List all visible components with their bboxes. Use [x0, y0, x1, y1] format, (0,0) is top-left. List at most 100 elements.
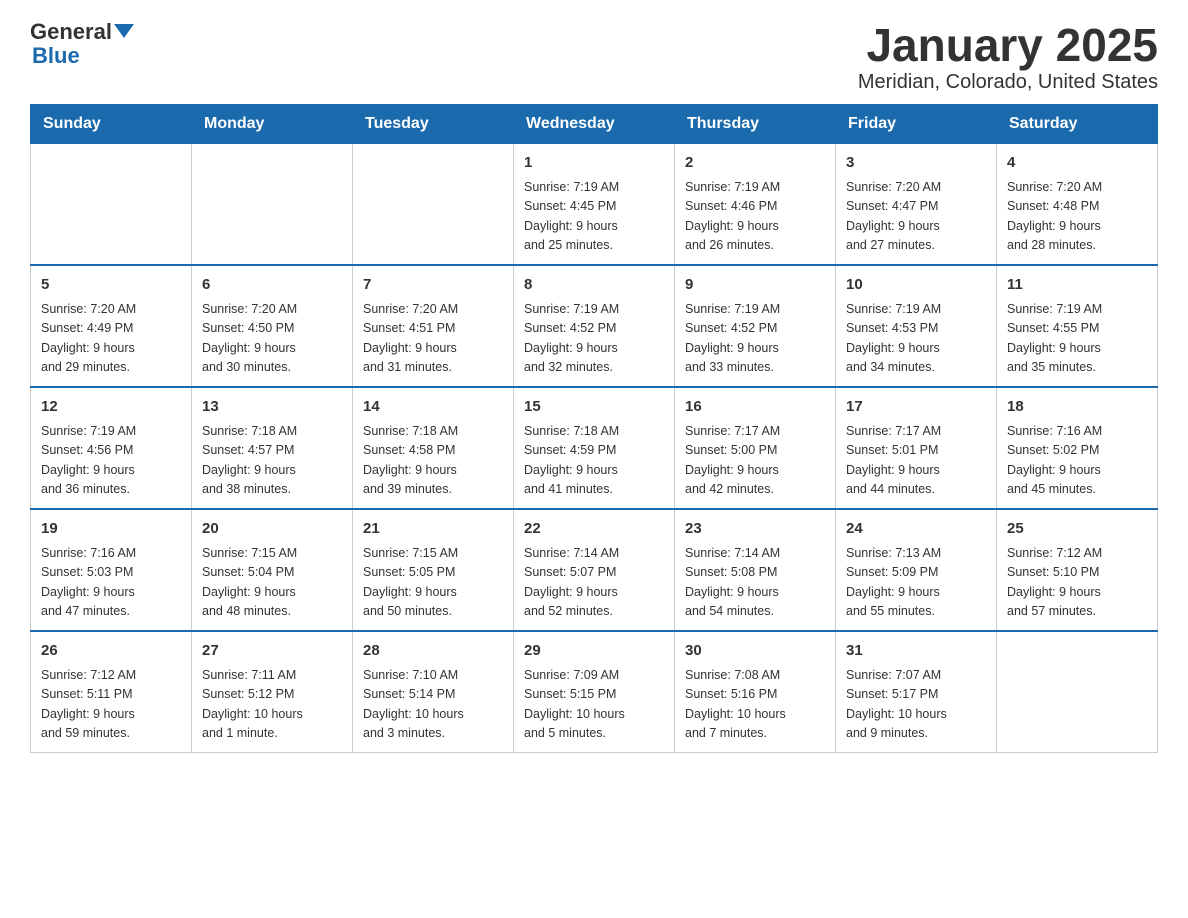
- day-number: 17: [846, 396, 986, 419]
- calendar-cell: 3 Sunrise: 7:20 AM Sunset: 4:47 PM Daylig…: [836, 143, 997, 265]
- calendar-cell: 9 Sunrise: 7:19 AM Sunset: 4:52 PM Daylig…: [675, 265, 836, 387]
- day-number: 23: [685, 518, 825, 541]
- calendar-cell: 29Sunrise: 7:09 AM Sunset: 5:15 PM Dayli…: [514, 631, 675, 753]
- logo-general-text: General: [30, 20, 112, 44]
- calendar-table: SundayMondayTuesdayWednesdayThursdayFrid…: [30, 104, 1158, 753]
- calendar-cell: 17 Sunrise: 7:17 AM Sunset: 5:01 PM Dayli…: [836, 387, 997, 509]
- calendar-cell: 27 Sunrise: 7:11 AM Sunset: 5:12 PM Dayli…: [192, 631, 353, 753]
- calendar-cell: 8Sunrise: 7:19 AM Sunset: 4:52 PM Daylig…: [514, 265, 675, 387]
- calendar-subtitle: Meridian, Colorado, United States: [858, 71, 1158, 94]
- calendar-cell: 20 Sunrise: 7:15 AM Sunset: 5:04 PM Dayli…: [192, 509, 353, 631]
- calendar-cell: 30 Sunrise: 7:08 AM Sunset: 5:16 PM Dayli…: [675, 631, 836, 753]
- day-info: Sunrise: 7:07 AM Sunset: 5:17 PM Dayligh…: [846, 666, 986, 744]
- day-number: 27: [202, 640, 342, 663]
- calendar-cell: 24 Sunrise: 7:13 AM Sunset: 5:09 PM Dayli…: [836, 509, 997, 631]
- calendar-cell: 21Sunrise: 7:15 AM Sunset: 5:05 PM Dayli…: [353, 509, 514, 631]
- calendar-cell: 4 Sunrise: 7:20 AM Sunset: 4:48 PM Daylig…: [997, 143, 1158, 265]
- day-number: 3: [846, 152, 986, 175]
- day-info: Sunrise: 7:11 AM Sunset: 5:12 PM Dayligh…: [202, 666, 342, 744]
- day-number: 21: [363, 518, 503, 541]
- day-info: Sunrise: 7:20 AM Sunset: 4:47 PM Dayligh…: [846, 178, 986, 256]
- calendar-cell: 22Sunrise: 7:14 AM Sunset: 5:07 PM Dayli…: [514, 509, 675, 631]
- day-number: 19: [41, 518, 181, 541]
- day-info: Sunrise: 7:18 AM Sunset: 4:59 PM Dayligh…: [524, 422, 664, 500]
- day-number: 24: [846, 518, 986, 541]
- day-info: Sunrise: 7:19 AM Sunset: 4:45 PM Dayligh…: [524, 178, 664, 256]
- day-info: Sunrise: 7:14 AM Sunset: 5:07 PM Dayligh…: [524, 544, 664, 622]
- day-info: Sunrise: 7:20 AM Sunset: 4:49 PM Dayligh…: [41, 300, 181, 378]
- logo-triangle-icon: [114, 24, 134, 38]
- calendar-cell: 10 Sunrise: 7:19 AM Sunset: 4:53 PM Dayli…: [836, 265, 997, 387]
- day-number: 15: [524, 396, 664, 419]
- day-number: 31: [846, 640, 986, 663]
- day-info: Sunrise: 7:20 AM Sunset: 4:51 PM Dayligh…: [363, 300, 503, 378]
- day-info: Sunrise: 7:15 AM Sunset: 5:04 PM Dayligh…: [202, 544, 342, 622]
- day-info: Sunrise: 7:18 AM Sunset: 4:58 PM Dayligh…: [363, 422, 503, 500]
- calendar-cell: 25Sunrise: 7:12 AM Sunset: 5:10 PM Dayli…: [997, 509, 1158, 631]
- day-info: Sunrise: 7:10 AM Sunset: 5:14 PM Dayligh…: [363, 666, 503, 744]
- logo: General Blue: [30, 20, 134, 68]
- day-info: Sunrise: 7:08 AM Sunset: 5:16 PM Dayligh…: [685, 666, 825, 744]
- day-info: Sunrise: 7:20 AM Sunset: 4:48 PM Dayligh…: [1007, 178, 1147, 256]
- day-number: 12: [41, 396, 181, 419]
- calendar-cell: [192, 143, 353, 265]
- calendar-cell: 11 Sunrise: 7:19 AM Sunset: 4:55 PM Dayli…: [997, 265, 1158, 387]
- day-info: Sunrise: 7:19 AM Sunset: 4:56 PM Dayligh…: [41, 422, 181, 500]
- day-number: 7: [363, 274, 503, 297]
- calendar-cell: 13 Sunrise: 7:18 AM Sunset: 4:57 PM Dayli…: [192, 387, 353, 509]
- day-info: Sunrise: 7:09 AM Sunset: 5:15 PM Dayligh…: [524, 666, 664, 744]
- calendar-cell: 14 Sunrise: 7:18 AM Sunset: 4:58 PM Dayli…: [353, 387, 514, 509]
- day-number: 26: [41, 640, 181, 663]
- calendar-header-tuesday: Tuesday: [353, 104, 514, 143]
- calendar-cell: [997, 631, 1158, 753]
- day-number: 30: [685, 640, 825, 663]
- day-number: 20: [202, 518, 342, 541]
- day-number: 9: [685, 274, 825, 297]
- calendar-header-thursday: Thursday: [675, 104, 836, 143]
- calendar-title: January 2025: [858, 20, 1158, 71]
- calendar-cell: 5 Sunrise: 7:20 AM Sunset: 4:49 PM Daylig…: [31, 265, 192, 387]
- day-number: 8: [524, 274, 664, 297]
- day-info: Sunrise: 7:19 AM Sunset: 4:53 PM Dayligh…: [846, 300, 986, 378]
- calendar-cell: 19 Sunrise: 7:16 AM Sunset: 5:03 PM Dayli…: [31, 509, 192, 631]
- day-number: 14: [363, 396, 503, 419]
- title-section: January 2025 Meridian, Colorado, United …: [858, 20, 1158, 94]
- day-number: 11: [1007, 274, 1147, 297]
- day-number: 10: [846, 274, 986, 297]
- day-info: Sunrise: 7:13 AM Sunset: 5:09 PM Dayligh…: [846, 544, 986, 622]
- day-info: Sunrise: 7:14 AM Sunset: 5:08 PM Dayligh…: [685, 544, 825, 622]
- day-number: 28: [363, 640, 503, 663]
- calendar-cell: 31 Sunrise: 7:07 AM Sunset: 5:17 PM Dayli…: [836, 631, 997, 753]
- day-info: Sunrise: 7:18 AM Sunset: 4:57 PM Dayligh…: [202, 422, 342, 500]
- calendar-cell: 2 Sunrise: 7:19 AM Sunset: 4:46 PM Daylig…: [675, 143, 836, 265]
- day-number: 2: [685, 152, 825, 175]
- calendar-header-saturday: Saturday: [997, 104, 1158, 143]
- calendar-week-row: 12 Sunrise: 7:19 AM Sunset: 4:56 PM Dayli…: [31, 387, 1158, 509]
- calendar-header-row: SundayMondayTuesdayWednesdayThursdayFrid…: [31, 104, 1158, 143]
- day-info: Sunrise: 7:19 AM Sunset: 4:52 PM Dayligh…: [685, 300, 825, 378]
- day-info: Sunrise: 7:19 AM Sunset: 4:55 PM Dayligh…: [1007, 300, 1147, 378]
- calendar-cell: 28 Sunrise: 7:10 AM Sunset: 5:14 PM Dayli…: [353, 631, 514, 753]
- day-info: Sunrise: 7:20 AM Sunset: 4:50 PM Dayligh…: [202, 300, 342, 378]
- day-number: 25: [1007, 518, 1147, 541]
- calendar-cell: [31, 143, 192, 265]
- day-info: Sunrise: 7:19 AM Sunset: 4:46 PM Dayligh…: [685, 178, 825, 256]
- day-number: 4: [1007, 152, 1147, 175]
- day-number: 5: [41, 274, 181, 297]
- day-number: 18: [1007, 396, 1147, 419]
- calendar-header-sunday: Sunday: [31, 104, 192, 143]
- calendar-header-wednesday: Wednesday: [514, 104, 675, 143]
- calendar-cell: 18Sunrise: 7:16 AM Sunset: 5:02 PM Dayli…: [997, 387, 1158, 509]
- day-info: Sunrise: 7:17 AM Sunset: 5:01 PM Dayligh…: [846, 422, 986, 500]
- calendar-week-row: 5 Sunrise: 7:20 AM Sunset: 4:49 PM Daylig…: [31, 265, 1158, 387]
- day-number: 13: [202, 396, 342, 419]
- calendar-cell: 26 Sunrise: 7:12 AM Sunset: 5:11 PM Dayli…: [31, 631, 192, 753]
- calendar-cell: [353, 143, 514, 265]
- calendar-cell: 15 Sunrise: 7:18 AM Sunset: 4:59 PM Dayli…: [514, 387, 675, 509]
- calendar-week-row: 19 Sunrise: 7:16 AM Sunset: 5:03 PM Dayli…: [31, 509, 1158, 631]
- calendar-header-monday: Monday: [192, 104, 353, 143]
- calendar-cell: 7 Sunrise: 7:20 AM Sunset: 4:51 PM Daylig…: [353, 265, 514, 387]
- day-info: Sunrise: 7:16 AM Sunset: 5:03 PM Dayligh…: [41, 544, 181, 622]
- calendar-header-friday: Friday: [836, 104, 997, 143]
- day-info: Sunrise: 7:12 AM Sunset: 5:11 PM Dayligh…: [41, 666, 181, 744]
